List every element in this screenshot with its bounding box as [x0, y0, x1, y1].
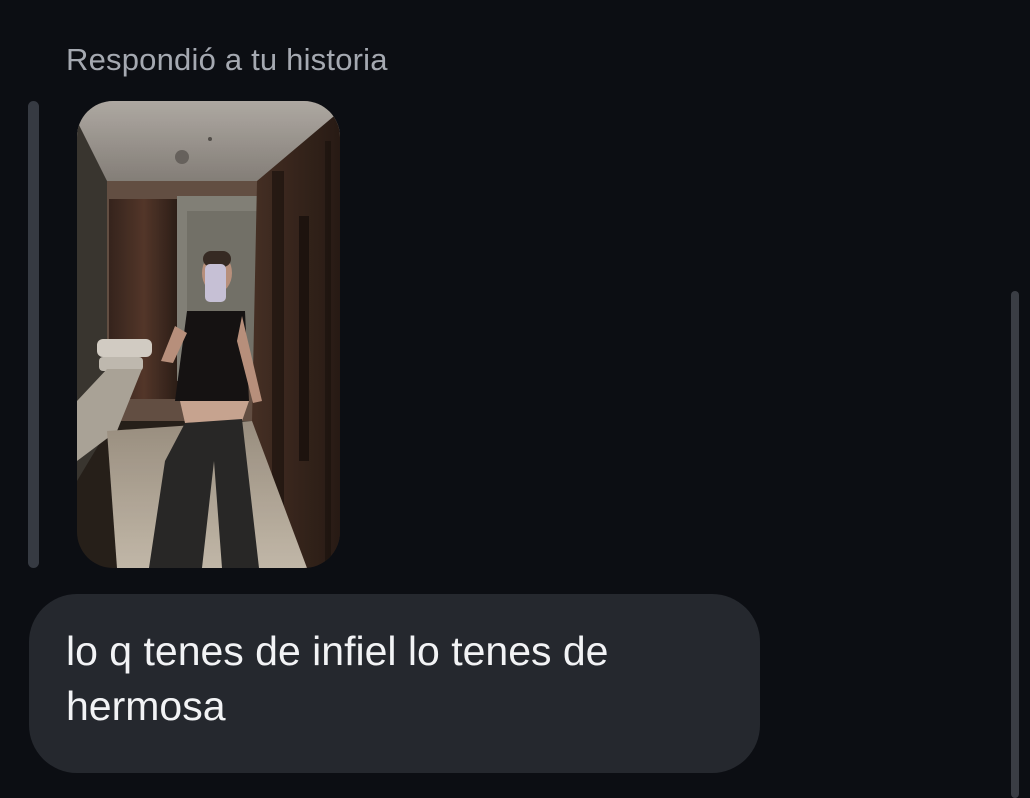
story-thumbnail[interactable] [77, 101, 340, 568]
reply-quote-bar [28, 101, 39, 568]
story-photo-icon [77, 101, 340, 568]
message-text: lo q tenes de infiel lo tenes de hermosa [66, 628, 609, 729]
message-bubble[interactable]: lo q tenes de infiel lo tenes de hermosa [29, 594, 760, 773]
scrollbar[interactable] [1011, 291, 1019, 798]
story-reply-caption: Respondió a tu historia [66, 42, 388, 77]
chat-screen: Respondió a tu historia lo q tenes de in… [0, 0, 1030, 798]
